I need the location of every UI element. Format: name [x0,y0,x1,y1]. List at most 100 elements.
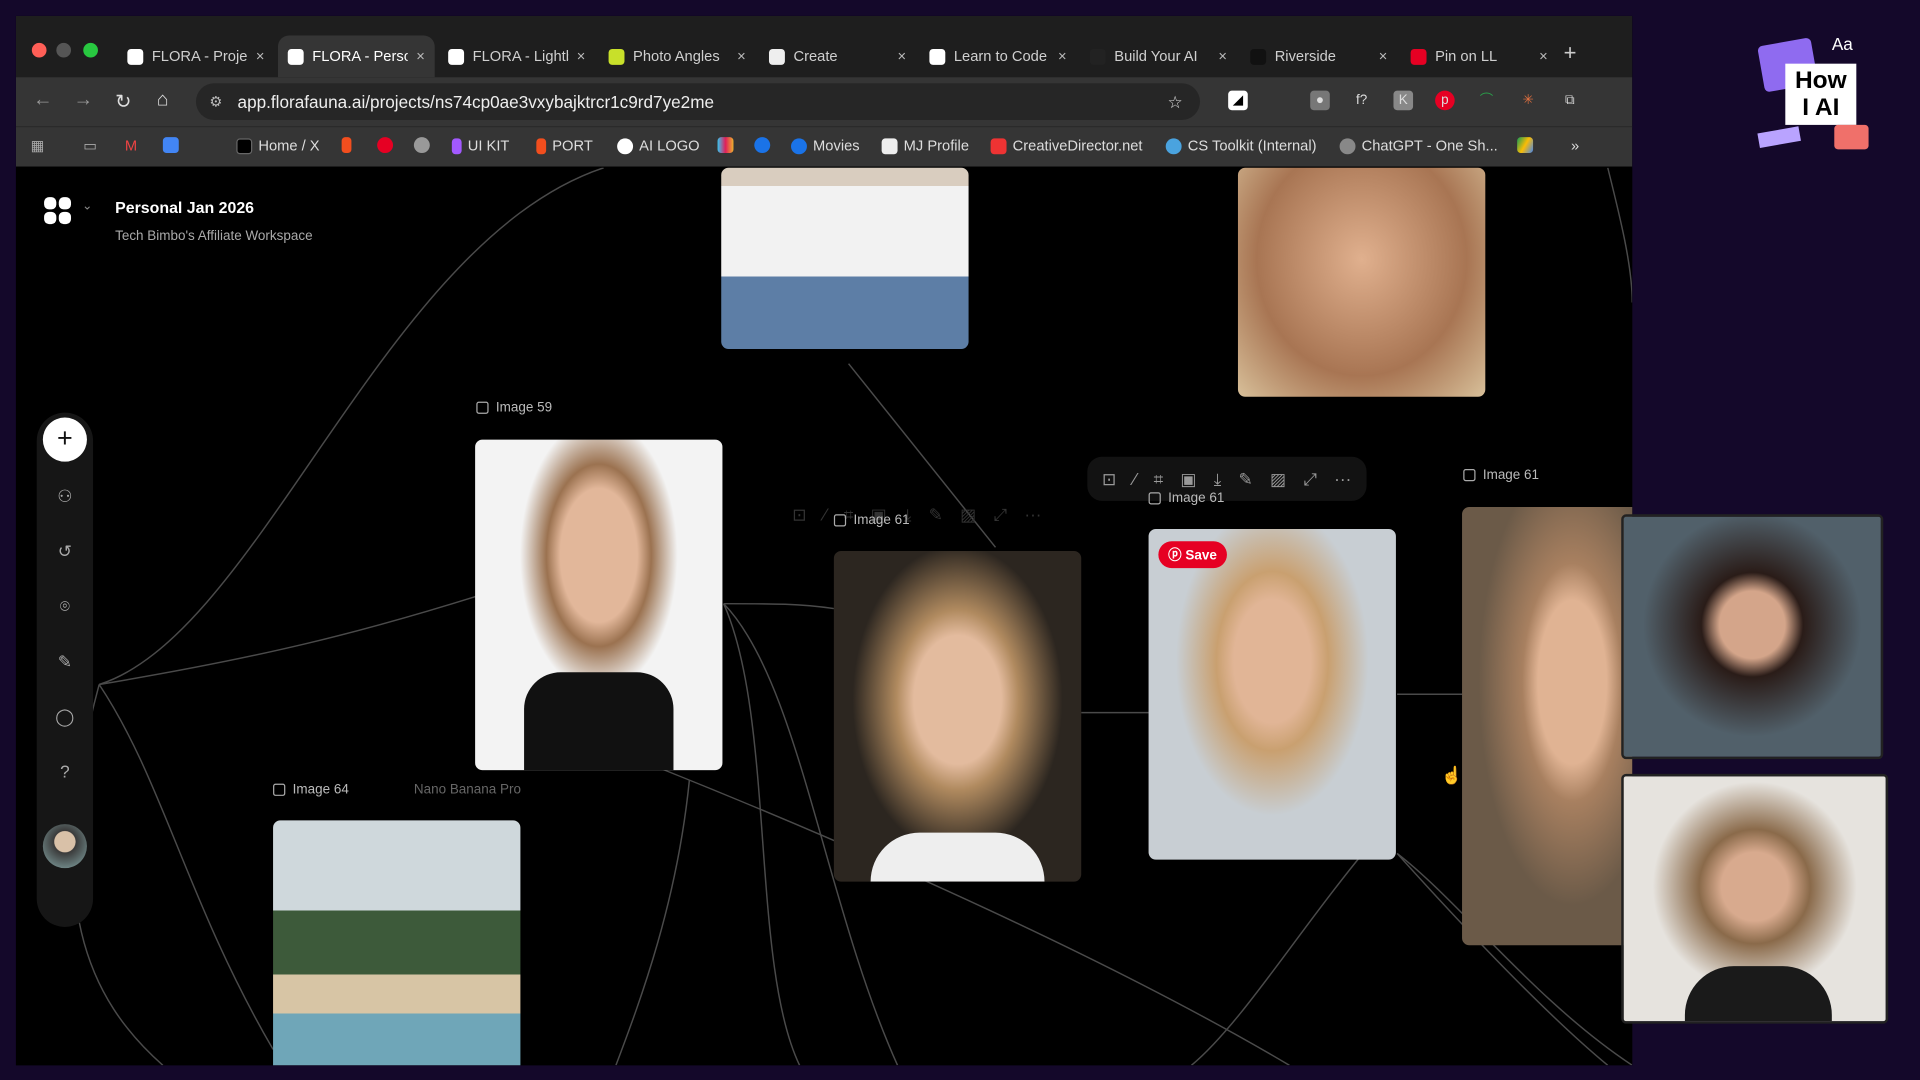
pinterest-icon[interactable] [377,137,394,154]
flora-logo[interactable] [43,196,72,225]
image-icon [273,783,286,796]
browser-tab[interactable]: Riverside × [1240,36,1397,78]
add-node-button[interactable]: + [42,417,87,462]
green-extension-icon[interactable]: ⌒ [1477,91,1497,111]
image-node-top-torso[interactable] [721,167,969,349]
image-icon [1463,468,1476,482]
project-title[interactable]: Personal Jan 2026 [115,198,254,216]
site-settings-icon[interactable]: ⚙ [209,83,222,120]
browser-tab[interactable]: Create × [759,36,916,78]
more-bookmarks-button[interactable]: » [1571,137,1579,154]
select-area-icon[interactable]: ⊡ [1102,468,1116,489]
browser-tab[interactable]: FLORA - Project × [118,36,275,78]
maximize-window-button[interactable] [83,42,98,58]
layers-icon[interactable]: ▣ [1180,468,1196,489]
brush-icon[interactable]: ✎ [53,649,77,673]
close-tab-icon[interactable]: × [1058,48,1067,65]
scan-icon[interactable]: ⌾ [53,594,77,618]
reload-icon[interactable]: ↻ [115,89,131,113]
close-tab-icon[interactable]: × [1379,48,1388,65]
image-node-61-right[interactable] [1462,506,1633,946]
bookmark-ai-logo[interactable]: AI LOGO [617,137,700,154]
bookmark-creativedirector[interactable]: CreativeDirector.net [990,137,1143,154]
back-icon[interactable]: ← [33,89,53,111]
minimize-window-button[interactable] [56,42,72,58]
image-node-top-closeup[interactable] [1237,167,1486,397]
figma-icon[interactable] [341,137,352,154]
bookmark-movies[interactable]: Movies [791,137,860,154]
claude-extension-icon[interactable]: ✳ [1518,91,1538,111]
calendar-icon[interactable] [162,137,179,154]
browser-tab[interactable]: FLORA - Lightbox × [438,36,595,78]
chat-icon[interactable]: ◯ [53,704,77,728]
browser-tab[interactable]: Photo Angles × [599,36,756,78]
font-extension-icon[interactable]: f? [1352,91,1372,111]
edit-icon[interactable]: ✎ [1238,468,1252,489]
tab-favicon-icon [929,48,946,65]
extensions-puzzle-icon[interactable]: ⧉ [1560,91,1580,111]
forward-icon[interactable]: → [73,89,93,111]
image-node-59[interactable] [475,439,723,771]
bookmark-chatgpt[interactable]: ChatGPT - One Sh... [1339,137,1498,154]
shapes-icon[interactable]: ⚇ [53,484,77,508]
slack-icon[interactable] [717,137,734,154]
image-node-61-bed[interactable]: ⓟ Save [1148,528,1396,860]
magic-wand-icon[interactable]: ⁄ [1134,469,1137,489]
globe-icon[interactable] [413,137,430,154]
extension-icon[interactable]: ◢ [1228,90,1248,111]
node-label: Image 61 [1463,468,1539,482]
close-tab-icon[interactable]: × [416,48,425,65]
expand-icon[interactable]: ⤢ [1303,468,1317,489]
browser-tab[interactable]: FLORA - Personal × [277,35,435,78]
k-extension-icon[interactable]: K [1393,90,1414,111]
address-bar[interactable]: ⚙ app.florafauna.ai/projects/ns74cp0ae3v… [195,83,1201,121]
more-icon[interactable]: ··· [1334,469,1351,489]
browser-window: FLORA - Project×FLORA - Personal×FLORA -… [15,15,1633,1066]
image-edit-icon[interactable]: ▨ [1270,468,1286,489]
apps-icon[interactable]: ▦ [31,137,45,154]
flora-canvas[interactable]: ⌄ Personal Jan 2026 Tech Bimbo's Affilia… [15,167,1633,1066]
close-tab-icon[interactable]: × [1539,48,1548,65]
tab-favicon-icon [608,48,625,65]
new-tab-button[interactable]: + [1564,40,1577,66]
camera-extension-icon[interactable]: ● [1310,90,1330,111]
bookmark-cs-toolkit[interactable]: CS Toolkit (Internal) [1165,137,1317,154]
image-node-61-selfie[interactable] [833,551,1082,882]
pinterest-extension-icon[interactable]: p [1435,90,1455,111]
image-icon [476,401,489,414]
bookmark-mj-profile[interactable]: MJ Profile [881,137,969,154]
close-tab-icon[interactable]: × [1218,48,1227,65]
tab-favicon-icon [1089,48,1106,65]
bookmark-ui-kit[interactable]: UI KIT [451,137,509,154]
gmail-icon[interactable]: M [125,137,137,154]
tab-title: FLORA - Personal [312,47,407,65]
node-toolbar-faded: ⊡ ⁄ ⌗ ▣ ⤓ ✎ ▨ ⤢ ··· [792,503,1042,525]
drive-icon[interactable] [1517,137,1534,154]
browser-tab[interactable]: Build Your AI × [1080,36,1237,78]
image-node-64-beach[interactable] [273,820,521,1066]
pinterest-save-button[interactable]: ⓟ Save [1158,541,1227,569]
folder-icon[interactable]: ▭ [83,137,97,154]
history-icon[interactable]: ↺ [53,539,77,563]
bookmark-home-x[interactable]: Home / X [236,137,320,154]
bookmark-port[interactable]: PORT [536,137,593,154]
download-icon[interactable]: ⤓ [1214,468,1222,489]
browser-tab[interactable]: Pin on LL × [1401,36,1558,78]
workspace-dropdown-icon[interactable]: ⌄ [82,200,92,213]
help-icon[interactable]: ? [53,759,77,783]
bookmark-star-icon[interactable]: ☆ [1167,83,1182,120]
video-participant-guest [1621,773,1889,1024]
user-avatar[interactable] [42,824,87,869]
browser-tab[interactable]: Learn to Code × [920,36,1077,78]
crop-icon[interactable]: ⌗ [1154,468,1164,489]
close-tab-icon[interactable]: × [256,48,265,65]
tab-title: Create [793,47,838,65]
close-window-button[interactable] [31,42,47,58]
close-tab-icon[interactable]: × [577,48,586,65]
tab-title: Pin on LL [1435,47,1498,65]
home-icon[interactable]: ⌂ [157,89,169,111]
close-tab-icon[interactable]: × [737,48,746,65]
blue-circle-icon[interactable] [754,137,771,154]
node-label: Image 64 [273,782,349,797]
close-tab-icon[interactable]: × [898,48,907,65]
